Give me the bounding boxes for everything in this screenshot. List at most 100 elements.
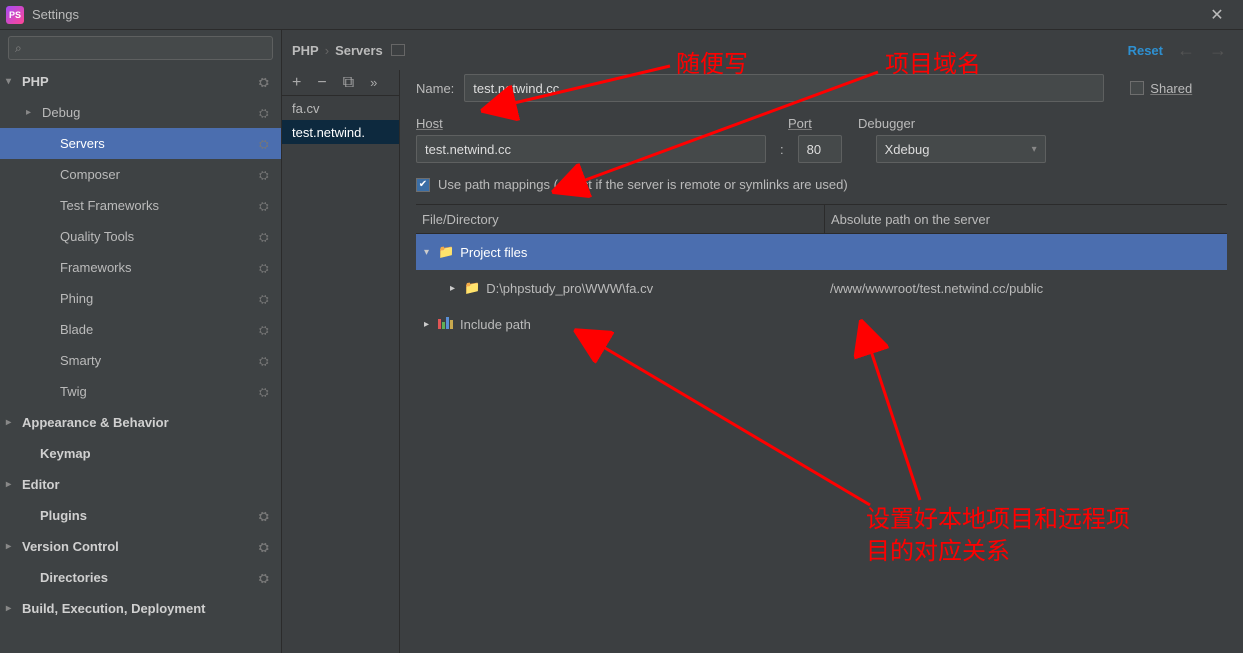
- tree-node-debug[interactable]: Debug: [0, 97, 281, 128]
- tree-label: Blade: [60, 322, 93, 337]
- tree-node-plugins[interactable]: Plugins: [0, 500, 281, 531]
- mapping-row-include[interactable]: ▸ Include path: [416, 306, 1227, 342]
- tree-label: Appearance & Behavior: [22, 415, 169, 430]
- tree-node-phing[interactable]: Phing: [0, 283, 281, 314]
- tree-label: Version Control: [22, 539, 119, 554]
- include-path-icon: [438, 317, 454, 332]
- checkbox-checked-icon: ✔: [416, 178, 430, 192]
- tree-node-test-frameworks[interactable]: Test Frameworks: [0, 190, 281, 221]
- mapping-row-local[interactable]: ▸ 📁 D:\phpstudy_pro\WWW\fa.cv /www/wwwro…: [416, 270, 1227, 306]
- use-mappings-label: Use path mappings (select if the server …: [438, 177, 848, 192]
- tree-node-frameworks[interactable]: Frameworks: [0, 252, 281, 283]
- mapping-label: Include path: [460, 317, 531, 332]
- mapping-row-project-files[interactable]: ▾ 📁 Project files: [416, 234, 1227, 270]
- chevron-right-icon: [26, 107, 38, 118]
- tree-label: Quality Tools: [60, 229, 134, 244]
- gear-icon: [259, 354, 273, 368]
- remove-icon[interactable]: −: [317, 75, 326, 91]
- gear-icon: [259, 292, 273, 306]
- chevron-right-icon: [6, 417, 18, 428]
- tree-label: Directories: [40, 570, 108, 585]
- tree-node-directories[interactable]: Directories: [0, 562, 281, 593]
- breadcrumb-leaf: Servers: [335, 43, 383, 58]
- tree-label: Editor: [22, 477, 60, 492]
- name-label: Name:: [416, 81, 454, 96]
- gear-icon: [259, 106, 273, 120]
- chevron-right-icon: [6, 603, 18, 614]
- gear-icon: [259, 571, 273, 585]
- server-item[interactable]: fa.cv: [282, 96, 399, 120]
- gear-icon: [259, 509, 273, 523]
- tree-label: Frameworks: [60, 260, 132, 275]
- copy-icon[interactable]: ⧉: [343, 75, 354, 91]
- more-icon[interactable]: »: [370, 76, 377, 89]
- tree-label: Debug: [42, 105, 80, 120]
- mapping-header: File/Directory Absolute path on the serv…: [416, 204, 1227, 234]
- server-detail-pane: Name: Shared Host Port Debugger: [400, 70, 1243, 653]
- app-icon: PS: [6, 6, 24, 24]
- gear-icon: [259, 323, 273, 337]
- use-path-mappings-checkbox[interactable]: ✔ Use path mappings (select if the serve…: [416, 177, 1227, 192]
- port-input[interactable]: [798, 135, 842, 163]
- gear-icon: [259, 230, 273, 244]
- tree-node-composer[interactable]: Composer: [0, 159, 281, 190]
- host-input[interactable]: [416, 135, 766, 163]
- chevron-down-icon: [6, 76, 18, 87]
- servers-toolbar: + − ⧉ »: [282, 70, 399, 96]
- tree-node-quality-tools[interactable]: Quality Tools: [0, 221, 281, 252]
- mapping-remote-path[interactable]: /www/wwwroot/test.netwind.cc/public: [824, 281, 1227, 296]
- tree-node-build[interactable]: Build, Execution, Deployment: [0, 593, 281, 624]
- checkbox-icon: [1130, 81, 1144, 95]
- gear-icon: [259, 385, 273, 399]
- close-icon[interactable]: ✕: [1197, 0, 1237, 30]
- settings-sidebar: PHP Debug Servers Composer Test Framewor…: [0, 30, 282, 653]
- gear-icon: [259, 137, 273, 151]
- tree-label: Plugins: [40, 508, 87, 523]
- debugger-value: Xdebug: [885, 142, 930, 157]
- folder-icon: 📁: [464, 280, 480, 296]
- tree-label: Smarty: [60, 353, 101, 368]
- forward-icon[interactable]: →: [1209, 40, 1227, 61]
- server-item[interactable]: test.netwind.: [282, 120, 399, 144]
- breadcrumb-root[interactable]: PHP: [292, 43, 319, 58]
- tree-label: Twig: [60, 384, 87, 399]
- port-label: Port: [788, 116, 812, 131]
- reset-button[interactable]: Reset: [1128, 43, 1163, 58]
- mapping-col-file: File/Directory: [416, 212, 824, 227]
- tree-label: Test Frameworks: [60, 198, 159, 213]
- chevron-right-icon: [6, 541, 18, 552]
- shared-checkbox[interactable]: Shared: [1130, 81, 1192, 96]
- tree-node-blade[interactable]: Blade: [0, 314, 281, 345]
- gear-icon: [259, 540, 273, 554]
- tree-node-keymap[interactable]: Keymap: [0, 438, 281, 469]
- tree-node-php[interactable]: PHP: [0, 66, 281, 97]
- project-scope-icon: [391, 44, 405, 56]
- add-icon[interactable]: +: [292, 75, 301, 91]
- chevron-right-icon: ▸: [424, 319, 438, 330]
- gear-icon: [259, 75, 273, 89]
- shared-label: Shared: [1150, 81, 1192, 96]
- tree-label: Build, Execution, Deployment: [22, 601, 205, 616]
- gear-icon: [259, 199, 273, 213]
- chevron-down-icon: ▾: [424, 247, 438, 258]
- settings-tree: PHP Debug Servers Composer Test Framewor…: [0, 66, 281, 653]
- tree-label: Composer: [60, 167, 120, 182]
- folder-icon: 📁: [438, 244, 454, 260]
- tree-node-appearance[interactable]: Appearance & Behavior: [0, 407, 281, 438]
- back-icon[interactable]: ←: [1177, 40, 1195, 61]
- name-input[interactable]: [464, 74, 1104, 102]
- debugger-label: Debugger: [858, 116, 915, 131]
- tree-label: Phing: [60, 291, 93, 306]
- tree-node-twig[interactable]: Twig: [0, 376, 281, 407]
- tree-node-vcs[interactable]: Version Control: [0, 531, 281, 562]
- tree-node-servers[interactable]: Servers: [0, 128, 281, 159]
- servers-panel: + − ⧉ » fa.cv test.netwind.: [282, 70, 400, 653]
- mapping-col-path: Absolute path on the server: [824, 205, 1227, 233]
- gear-icon: [259, 261, 273, 275]
- port-separator: :: [780, 142, 784, 157]
- tree-node-smarty[interactable]: Smarty: [0, 345, 281, 376]
- tree-node-editor[interactable]: Editor: [0, 469, 281, 500]
- search-input[interactable]: [8, 36, 273, 60]
- mapping-label: Project files: [460, 245, 527, 260]
- debugger-select[interactable]: Xdebug: [876, 135, 1046, 163]
